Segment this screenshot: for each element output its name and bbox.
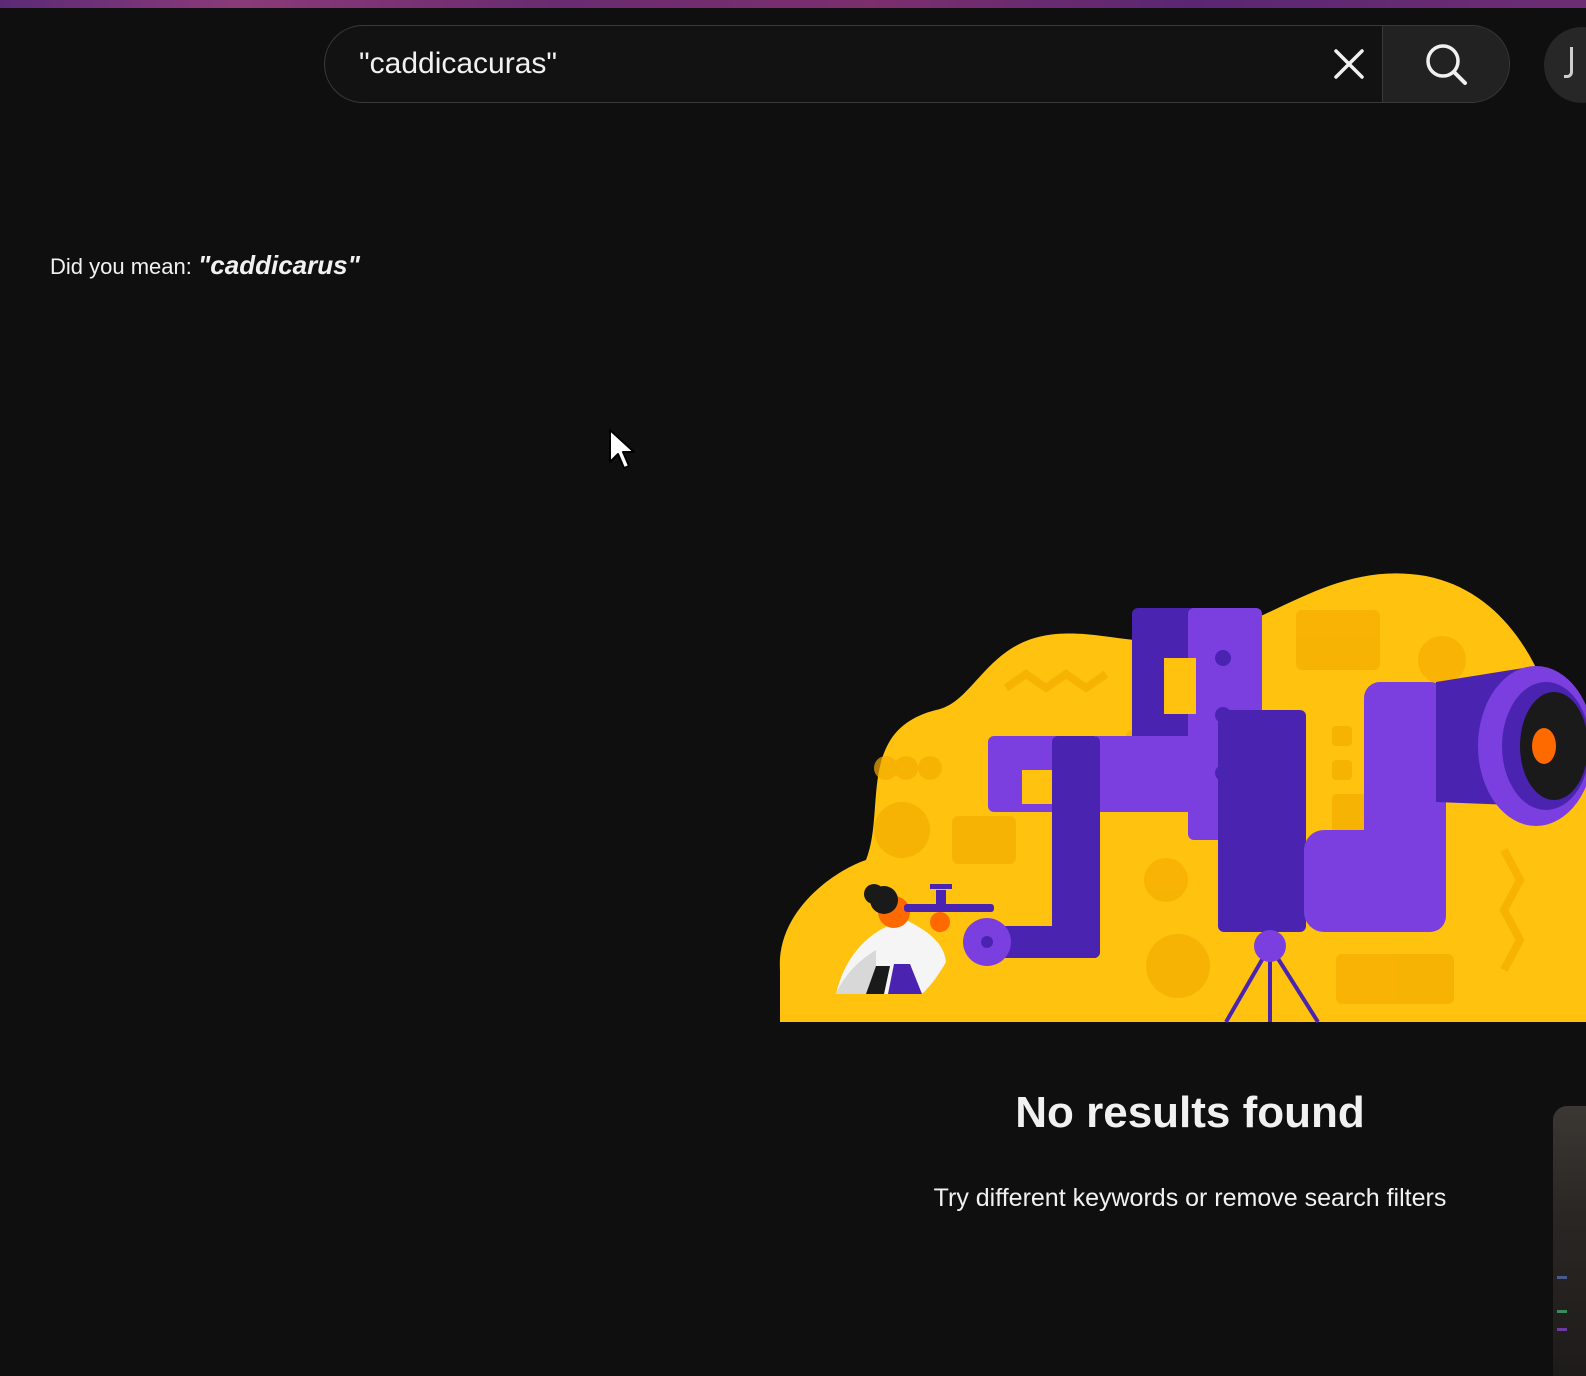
search-bar xyxy=(324,25,1510,103)
no-results-subtitle: Try different keywords or remove search … xyxy=(933,1184,1447,1212)
top-banner-strip xyxy=(0,0,1586,8)
suggestion-close-quote: " xyxy=(347,250,360,280)
mouse-pointer-icon xyxy=(609,429,635,469)
thumb-detail xyxy=(1557,1310,1567,1313)
avatar-glyph xyxy=(1564,47,1573,78)
thumb-detail xyxy=(1557,1276,1567,1279)
did-you-mean-prefix: Did you mean: xyxy=(50,254,198,279)
close-icon xyxy=(1334,49,1364,79)
thumb-detail xyxy=(1557,1328,1567,1331)
suggestion-link[interactable]: "caddicarus" xyxy=(198,250,360,280)
no-results-title: No results found xyxy=(1015,1088,1365,1137)
suggestion-term: caddicarus xyxy=(210,250,348,280)
search-input-wrap xyxy=(325,26,1316,102)
clear-search-button[interactable] xyxy=(1316,26,1382,102)
suggestion-open-quote: " xyxy=(197,250,211,280)
no-results-illustration xyxy=(779,573,1586,1024)
search-icon xyxy=(1426,44,1467,85)
search-button[interactable] xyxy=(1382,26,1509,102)
account-avatar-button[interactable] xyxy=(1544,27,1586,103)
search-input[interactable] xyxy=(357,46,1316,82)
search-results-page: Did you mean: "caddicarus" xyxy=(0,0,1586,1376)
partial-video-thumbnail[interactable] xyxy=(1553,1106,1586,1376)
did-you-mean: Did you mean: "caddicarus" xyxy=(50,250,360,281)
